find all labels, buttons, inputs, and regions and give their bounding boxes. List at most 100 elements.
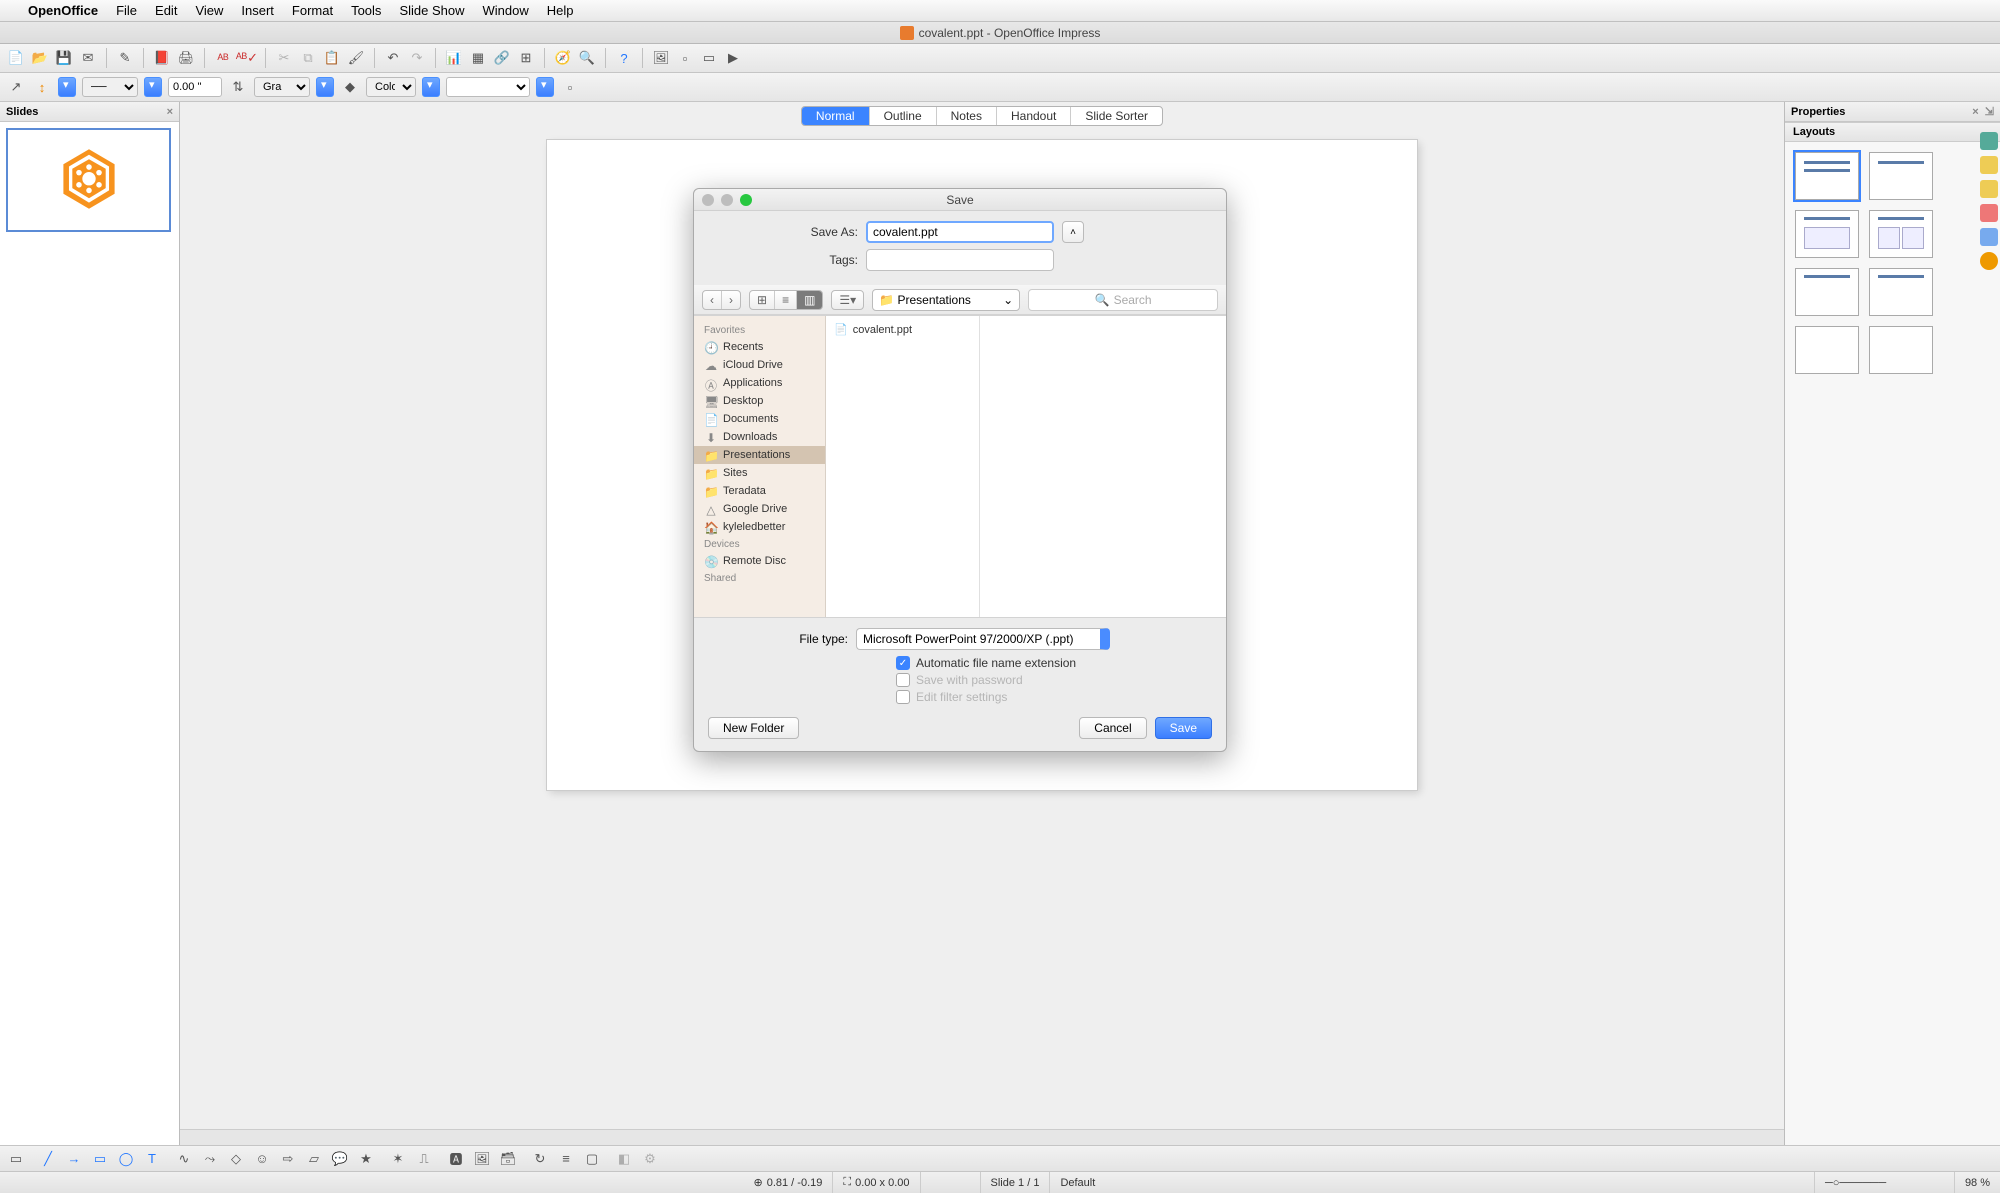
sidebar-sites[interactable]: 📁Sites	[694, 464, 825, 482]
collapse-browser-button[interactable]: ˄	[1062, 221, 1084, 243]
tab-handout[interactable]: Handout	[997, 107, 1071, 125]
horizontal-scrollbar[interactable]	[180, 1129, 1784, 1145]
fill-type-dropdown[interactable]: ▾	[422, 77, 440, 97]
location-select[interactable]: 📁 Presentations⌄	[872, 289, 1020, 311]
rect-tool[interactable]: ▭	[90, 1149, 110, 1169]
ellipse-tool[interactable]: ◯	[116, 1149, 136, 1169]
paste-button[interactable]: 📋	[322, 48, 342, 68]
slide-design-button[interactable]: ▫	[675, 48, 695, 68]
menu-insert[interactable]: Insert	[241, 3, 274, 18]
callout-tool[interactable]: 💬	[330, 1149, 350, 1169]
print-button[interactable]: 🖨	[176, 48, 196, 68]
layout-6[interactable]	[1869, 326, 1933, 374]
points-tool[interactable]: ✶	[388, 1149, 408, 1169]
properties-close-icon[interactable]: ×	[1972, 106, 1978, 118]
format-paint-button[interactable]: 🖌	[346, 48, 366, 68]
sidebar-recents[interactable]: 🕘Recents	[694, 338, 825, 356]
master-icon[interactable]	[1980, 156, 1998, 174]
slide-layout-button[interactable]: ▭	[699, 48, 719, 68]
menu-file[interactable]: File	[116, 3, 137, 18]
sidebar-home[interactable]: 🏠kyleledbetter	[694, 518, 825, 536]
layout-4[interactable]	[1869, 268, 1933, 316]
tab-notes[interactable]: Notes	[937, 107, 997, 125]
menu-view[interactable]: View	[195, 3, 223, 18]
arrow-tool[interactable]: →	[64, 1149, 84, 1169]
animation-icon[interactable]	[1980, 180, 1998, 198]
gallery-tool[interactable]: 🗃	[498, 1149, 518, 1169]
fill-type-select[interactable]: Color	[366, 77, 416, 97]
align-tool[interactable]: ≡	[556, 1149, 576, 1169]
gallery-icon[interactable]	[1980, 132, 1998, 150]
group-segment[interactable]: ☰▾	[831, 290, 864, 310]
connector-tool[interactable]: ⤳	[200, 1149, 220, 1169]
properties-dock-icon[interactable]: ⇲	[1985, 106, 1994, 118]
status-zoom[interactable]: 98 %	[1955, 1172, 2000, 1193]
tab-normal[interactable]: Normal	[802, 107, 870, 125]
email-button[interactable]: ✉	[78, 48, 98, 68]
edit-file-button[interactable]: ✎	[115, 48, 135, 68]
app-name[interactable]: OpenOffice	[28, 3, 98, 18]
menu-slideshow[interactable]: Slide Show	[399, 3, 464, 18]
layout-5[interactable]	[1795, 326, 1859, 374]
hyperlink-button[interactable]: 🔗	[492, 48, 512, 68]
copy-button[interactable]: ⧉	[298, 48, 318, 68]
layout-3[interactable]	[1795, 268, 1859, 316]
cut-button[interactable]: ✂	[274, 48, 294, 68]
tab-slidesorter[interactable]: Slide Sorter	[1071, 107, 1162, 125]
navigator-button[interactable]: 🧭	[553, 48, 573, 68]
grid-button[interactable]: ⊞	[516, 48, 536, 68]
new-doc-button[interactable]: 📄	[6, 48, 26, 68]
zoom-button[interactable]: 🔍	[577, 48, 597, 68]
rotate-tool[interactable]: ↻	[530, 1149, 550, 1169]
menu-tools[interactable]: Tools	[351, 3, 381, 18]
sidebar-googledrive[interactable]: △Google Drive	[694, 500, 825, 518]
interaction-tool[interactable]: ⚙	[640, 1149, 660, 1169]
dialog-zoom-icon[interactable]	[740, 194, 752, 206]
width-stepper[interactable]: ⇅	[228, 77, 248, 97]
search-field[interactable]: 🔍 Search	[1028, 289, 1218, 311]
line-tool[interactable]: ╱	[38, 1149, 58, 1169]
save-as-input[interactable]	[866, 221, 1054, 243]
text-tool[interactable]: T	[142, 1149, 162, 1169]
layout-blank[interactable]	[1795, 152, 1859, 200]
layout-title[interactable]	[1869, 152, 1933, 200]
sidebar-presentations[interactable]: 📁Presentations	[694, 446, 825, 464]
nav-icon[interactable]	[1980, 252, 1998, 270]
dialog-minimize-icon[interactable]	[721, 194, 733, 206]
fill-color-dropdown[interactable]: ▾	[536, 77, 554, 97]
tab-outline[interactable]: Outline	[870, 107, 937, 125]
sidebar-teradata[interactable]: 📁Teradata	[694, 482, 825, 500]
redo-button[interactable]: ↷	[407, 48, 427, 68]
symbol-tool[interactable]: ☺	[252, 1149, 272, 1169]
fill-color-select[interactable]	[446, 77, 530, 97]
fontwork-tool[interactable]: 🅰	[446, 1149, 466, 1169]
block-arrows-tool[interactable]: ⇨	[278, 1149, 298, 1169]
run-slideshow-button[interactable]: ▶	[723, 48, 743, 68]
curve-tool[interactable]: ∿	[174, 1149, 194, 1169]
save-button-primary[interactable]: Save	[1155, 717, 1212, 739]
sidebar-remotedisc[interactable]: 💿Remote Disc	[694, 552, 825, 570]
file-covalent[interactable]: 📄covalent.ppt	[826, 320, 979, 339]
slide-thumbnail[interactable]	[6, 128, 171, 232]
slide-button[interactable]: 🖼	[651, 48, 671, 68]
extrusion-tool[interactable]: ◧	[614, 1149, 634, 1169]
arrow-tool-button[interactable]: ↗	[6, 77, 26, 97]
from-file-tool[interactable]: 🖼	[472, 1149, 492, 1169]
undo-button[interactable]: ↶	[383, 48, 403, 68]
chart-button[interactable]: 📊	[444, 48, 464, 68]
line-style-select[interactable]: ──	[82, 77, 138, 97]
line-width-input[interactable]	[168, 77, 222, 97]
table-button[interactable]: ▦	[468, 48, 488, 68]
icon-view-icon[interactable]: ⊞	[750, 291, 775, 309]
shapes-tool[interactable]: ◇	[226, 1149, 246, 1169]
new-folder-button[interactable]: New Folder	[708, 717, 799, 739]
forward-icon[interactable]: ›	[722, 291, 740, 309]
auto-ext-checkbox[interactable]: ✓	[896, 656, 910, 670]
select-tool[interactable]: ▭	[6, 1149, 26, 1169]
flowchart-tool[interactable]: ▱	[304, 1149, 324, 1169]
arrow-style-dropdown[interactable]: ▾	[58, 77, 76, 97]
line-style-dropdown[interactable]: ▾	[144, 77, 162, 97]
stars-tool[interactable]: ★	[356, 1149, 376, 1169]
menu-format[interactable]: Format	[292, 3, 333, 18]
zoom-slider[interactable]: ─○──────	[1815, 1172, 1955, 1193]
